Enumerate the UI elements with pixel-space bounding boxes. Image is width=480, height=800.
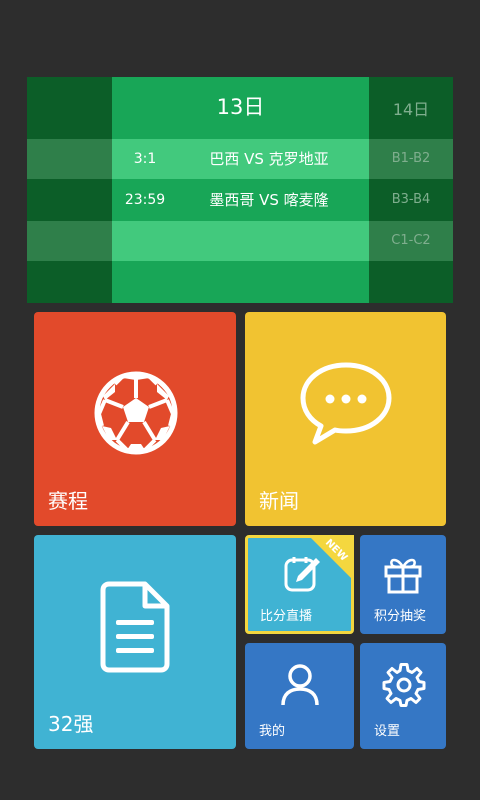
- top32-tile[interactable]: 32强: [34, 535, 236, 749]
- settings-tile[interactable]: 设置: [360, 643, 446, 749]
- group-label[interactable]: B1-B2: [369, 139, 453, 179]
- match-row[interactable]: 23:59 墨西哥 VS 喀麦隆: [112, 180, 369, 220]
- lottery-tile[interactable]: 积分抽奖: [360, 535, 446, 634]
- new-badge: NEW: [308, 535, 354, 581]
- schedule-board[interactable]: 13日 14日 3:1 巴西 VS 克罗地亚 23:59 墨西哥 VS 喀麦隆 …: [27, 77, 453, 303]
- schedule-tile[interactable]: 赛程: [34, 312, 236, 526]
- group-label[interactable]: B3-B4: [369, 180, 453, 220]
- news-tile[interactable]: 新闻: [245, 312, 446, 526]
- live-score-tile-label: 比分直播: [260, 609, 313, 624]
- lottery-tile-label: 积分抽奖: [374, 609, 427, 624]
- mine-tile[interactable]: 我的: [245, 643, 354, 749]
- next-day-label[interactable]: 14日: [369, 96, 453, 120]
- gift-icon: [384, 558, 422, 594]
- user-icon: [281, 664, 319, 706]
- document-icon: [100, 581, 170, 673]
- current-day-label[interactable]: 13日: [112, 91, 369, 121]
- match-teams: 巴西 VS 克罗地亚: [209, 150, 329, 168]
- top32-tile-label: 32强: [48, 712, 94, 736]
- app-screen: 13日 14日 3:1 巴西 VS 克罗地亚 23:59 墨西哥 VS 喀麦隆 …: [0, 0, 480, 800]
- match-time: 23:59: [124, 192, 166, 208]
- match-row[interactable]: 3:1 巴西 VS 克罗地亚: [112, 139, 369, 179]
- group-label[interactable]: C1-C2: [369, 221, 453, 261]
- news-tile-label: 新闻: [259, 489, 299, 513]
- schedule-tile-label: 赛程: [48, 489, 88, 513]
- live-score-tile[interactable]: NEW 比分直播: [245, 535, 354, 634]
- mine-tile-label: 我的: [259, 724, 286, 739]
- match-time: 3:1: [133, 151, 157, 167]
- soccer-ball-icon: [94, 371, 178, 455]
- gear-icon: [382, 663, 426, 707]
- match-teams: 墨西哥 VS 喀麦隆: [209, 191, 329, 209]
- settings-tile-label: 设置: [374, 724, 401, 739]
- chat-bubble-icon: [300, 362, 392, 445]
